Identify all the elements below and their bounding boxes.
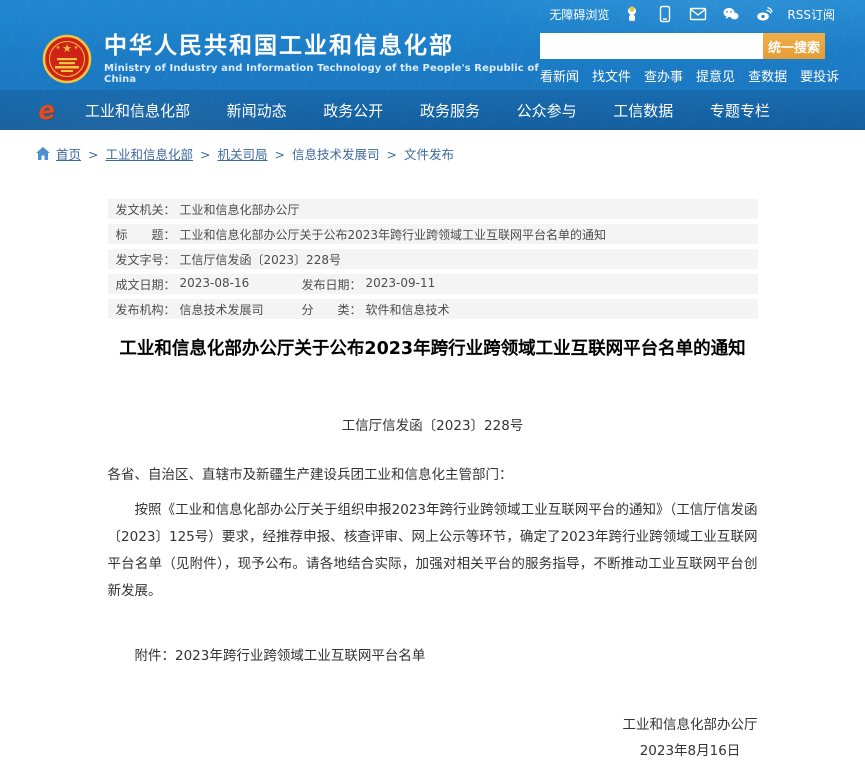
svg-text:★: ★ [62,42,72,55]
meta-value: 软件和信息技术 [365,302,450,317]
meta-label: 标 题： [115,227,176,242]
quick-link[interactable]: 看新闻 [540,66,579,85]
nav-items: 工业和信息化部 新闻动态 政务公开 政务服务 公众参与 工信数据 专题专栏 [85,100,770,121]
meta-cell: 发布日期： 2023-09-11 [302,276,436,293]
meta-row: 成文日期： 2023-08-16 发布日期： 2023-09-11 [107,274,758,294]
quick-links: 看新闻 找文件 查办事 提意见 查数据 要投诉 [540,66,839,85]
svg-text:★: ★ [74,45,79,51]
nav-logo-icon[interactable]: e [36,94,57,125]
breadcrumb-item[interactable]: 工业和信息化部 [81,144,194,163]
signer: 工业和信息化部办公厅 [622,716,758,733]
search-area: 统一搜索 看新闻 找文件 查办事 提意见 查数据 要投诉 [540,33,839,85]
nav-item[interactable]: 工信数据 [613,100,673,121]
doc-body: 各省、自治区、直辖市及新疆生产建设兵团工业和信息化主管部门： 按照《工业和信息化… [108,462,758,764]
rss-link[interactable]: RSS订阅 [787,6,835,23]
mascot-icon[interactable] [623,5,641,23]
meta-value: 工业和信息化部办公厅关于公布2023年跨行业跨领域工业互联网平台名单的通知 [179,227,607,242]
breadcrumb-items: 首页工业和信息化部机关司局信息技术发展司文件发布 [56,144,454,163]
meta-label: 发文机关： [115,202,176,217]
meta-row: 发文机关： 工业和信息化部办公厅 [107,199,758,219]
breadcrumb-item[interactable]: 文件发布 [380,144,454,163]
doc-title: 工业和信息化部办公厅关于公布2023年跨行业跨领域工业互联网平台名单的通知 [119,339,746,359]
site-title-en: Ministry of Industry and Information Tec… [104,62,539,85]
wechat-icon[interactable] [722,5,740,23]
body-paragraph: 按照《工业和信息化部办公厅关于组织申报2023年跨行业跨领域工业互联网平台的通知… [107,501,758,599]
meta-value: 工业和信息化部办公厅 [179,202,300,217]
quick-link[interactable]: 提意见 [696,66,735,85]
svg-text:★: ★ [56,45,61,51]
quick-link[interactable]: 查办事 [644,66,683,85]
document: 发文机关： 工业和信息化部办公厅标 题： 工业和信息化部办公厅关于公布2023年跨行… [107,199,758,764]
topbar: 无障碍浏览 RSS订阅 [0,0,865,28]
breadcrumb: 首页工业和信息化部机关司局信息技术发展司文件发布 [0,130,865,173]
meta-cell: 标 题： 工业和信息化部办公厅关于公布2023年跨行业跨领域工业互联网平台名单的通… [116,226,607,243]
brand-text: 中华人民共和国工业和信息化部 Ministry of Industry and … [104,33,540,84]
breadcrumb-item[interactable]: 信息技术发展司 [268,144,380,163]
accessibility-link[interactable]: 无障碍浏览 [549,6,609,23]
weibo-icon[interactable] [755,5,774,23]
quick-link[interactable]: 要投诉 [800,66,839,85]
meta-cell: 成文日期： 2023-08-16 [116,276,302,293]
meta-label: 发布日期： [301,277,362,292]
meta-row: 发文字号： 工信厅信发函〔2023〕228号 [107,249,758,269]
national-emblem-icon: ★ ★ ★ [42,34,92,84]
search-button[interactable]: 统一搜索 [763,33,825,59]
breadcrumb-item[interactable]: 机关司局 [193,144,268,163]
meta-value: 2023-09-11 [365,275,436,290]
meta-cell: 发文机关： 工业和信息化部办公厅 [116,201,300,218]
nav-item[interactable]: 政务服务 [420,100,480,121]
search-input[interactable] [540,33,763,59]
signature-block: 工业和信息化部办公厅 2023年8月16日 [108,712,758,764]
nav-item[interactable]: 专题专栏 [710,100,770,121]
header-main: ★ ★ ★ 中华人民共和国工业和信息化部 Ministry of Industr… [0,28,865,90]
quick-link[interactable]: 找文件 [592,66,631,85]
mobile-icon[interactable] [656,5,674,23]
meta-cell: 发布机构： 信息技术发展司 [116,301,302,318]
meta-label: 发文字号： [115,252,176,267]
attachment-link[interactable]: 附件：2023年跨行业跨领域工业互联网平台名单 [108,643,758,670]
doc-number: 工信厅信发函〔2023〕228号 [341,417,524,434]
nav-item[interactable]: 公众参与 [517,100,577,121]
meta-label: 分 类： [301,302,362,317]
meta-cell: 发文字号： 工信厅信发函〔2023〕228号 [116,251,341,268]
breadcrumb-item[interactable]: 首页 [56,144,81,163]
meta-value: 2023-08-16 [179,275,250,290]
quick-link[interactable]: 查数据 [748,66,787,85]
meta-row: 发布机构： 信息技术发展司分 类： 软件和信息技术 [107,299,758,319]
nav-item[interactable]: 新闻动态 [227,100,287,121]
nav-item[interactable]: 政务公开 [323,100,383,121]
brand: ★ ★ ★ 中华人民共和国工业和信息化部 Ministry of Industr… [42,33,540,85]
topbar-icons [623,5,774,23]
site-title: 中华人民共和国工业和信息化部 [104,33,454,60]
home-icon[interactable] [36,147,50,160]
meta-label: 成文日期： [115,277,176,292]
sign-date: 2023年8月16日 [639,742,741,759]
salutation: 各省、自治区、直辖市及新疆生产建设兵团工业和信息化主管部门： [107,466,513,483]
meta-value: 信息技术发展司 [179,302,264,317]
meta-value: 工信厅信发函〔2023〕228号 [179,252,341,267]
mail-icon[interactable] [689,5,707,23]
nav-item[interactable]: 工业和信息化部 [85,100,190,121]
meta-row: 标 题： 工业和信息化部办公厅关于公布2023年跨行业跨领域工业互联网平台名单的通… [107,224,758,244]
meta-cell: 分 类： 软件和信息技术 [302,301,450,318]
site-header: 无障碍浏览 RSS订阅 ★ ★ ★ 中华人民共和国工业和信息化部 Ministr… [0,0,865,130]
main-nav: e 工业和信息化部 新闻动态 政务公开 政务服务 公众参与 工信数据 专题专栏 [0,90,865,130]
doc-meta-table: 发文机关： 工业和信息化部办公厅标 题： 工业和信息化部办公厅关于公布2023年跨行… [107,199,758,319]
meta-label: 发布机构： [115,302,176,317]
